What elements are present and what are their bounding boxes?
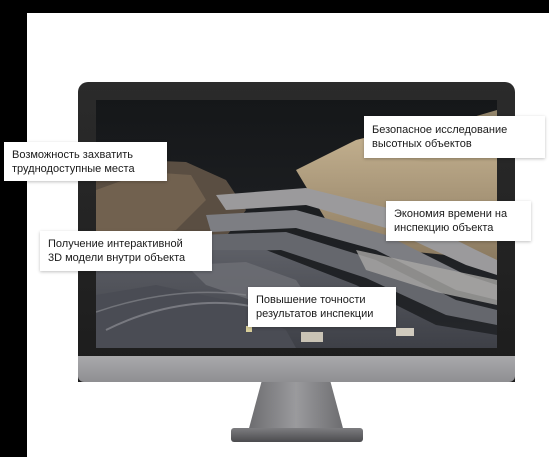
callout-3d-model: Получение интерактивной 3D модели внутри… [40, 231, 212, 271]
callout-capture-hard-to-reach: Возможность захватить труднодоступные ме… [4, 142, 167, 181]
callout-accuracy: Повышение точности результатов инспекции [248, 287, 396, 327]
monitor-chin [78, 356, 515, 382]
callout-time-saving: Экономия времени на инспекцию объекта [386, 201, 531, 241]
callout-safe-inspection: Безопасное исследование высотных объекто… [364, 116, 545, 158]
monitor-stand [248, 382, 344, 432]
monitor-base [231, 428, 363, 442]
